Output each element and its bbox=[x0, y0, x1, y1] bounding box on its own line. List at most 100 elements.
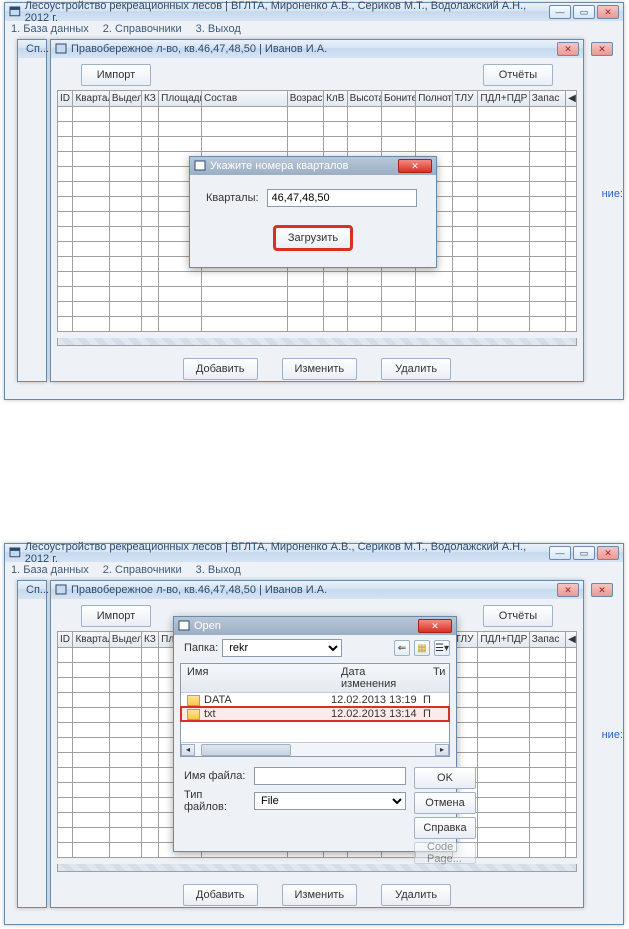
column-header[interactable]: Выдел bbox=[109, 632, 141, 647]
table-row[interactable] bbox=[58, 286, 577, 301]
edit-button[interactable]: Изменить bbox=[282, 358, 358, 380]
cancel-button[interactable]: Отмена bbox=[414, 792, 476, 814]
column-header[interactable]: Высота bbox=[347, 91, 381, 106]
column-header[interactable]: ПДЛ+ПДР bbox=[478, 91, 529, 106]
edit-button[interactable]: Изменить bbox=[282, 884, 358, 906]
window-icon bbox=[178, 620, 190, 632]
column-header[interactable]: Площадь bbox=[159, 91, 202, 106]
data-close-button[interactable]: ✕ bbox=[557, 583, 579, 597]
column-header[interactable]: КЗ bbox=[142, 632, 159, 647]
row-selector-header: ◀ bbox=[566, 91, 577, 106]
help-button[interactable]: Справка bbox=[414, 817, 476, 839]
table-row[interactable] bbox=[58, 121, 577, 136]
column-header[interactable]: Возраст bbox=[287, 91, 323, 106]
app-icon bbox=[9, 547, 21, 559]
new-folder-icon[interactable]: ▦ bbox=[414, 640, 430, 656]
column-header[interactable]: Выдел bbox=[109, 91, 141, 106]
file-list-scrollbar[interactable]: ◂ ▸ bbox=[181, 742, 449, 756]
grid-footer bbox=[57, 864, 577, 872]
menu-references[interactable]: 2. Справочники bbox=[103, 23, 182, 35]
table-row[interactable] bbox=[58, 106, 577, 121]
add-button[interactable]: Добавить bbox=[183, 358, 258, 380]
column-header[interactable]: ПДЛ+ПДР bbox=[478, 632, 529, 647]
minimize-button[interactable]: — bbox=[549, 5, 571, 19]
column-header[interactable]: ID bbox=[58, 632, 73, 647]
window-icon bbox=[194, 160, 206, 172]
up-folder-icon[interactable]: ⇐ bbox=[394, 640, 410, 656]
col-date[interactable]: Дата изменения bbox=[335, 664, 427, 692]
kvartal-dialog: Укажите номера кварталов ✕ Кварталы: Заг… bbox=[189, 156, 437, 268]
table-row[interactable] bbox=[58, 271, 577, 286]
data-titlebar: Правобережное л-во, кв.46,47,48,50 | Ива… bbox=[51, 581, 583, 599]
filetype-label: Тип файлов: bbox=[184, 789, 246, 813]
open-title: Open bbox=[194, 620, 221, 632]
app-icon bbox=[9, 6, 21, 18]
back-child-title: Сп... bbox=[26, 584, 49, 596]
file-name: DATA bbox=[204, 694, 331, 706]
kvartal-input[interactable] bbox=[267, 189, 417, 207]
views-icon[interactable]: ☰▾ bbox=[434, 640, 450, 656]
table-row[interactable] bbox=[58, 316, 577, 331]
col-type[interactable]: Ти bbox=[427, 664, 449, 692]
filename-input[interactable] bbox=[254, 767, 406, 785]
folder-icon bbox=[187, 709, 200, 720]
add-button[interactable]: Добавить bbox=[183, 884, 258, 906]
grid-footer bbox=[57, 338, 577, 346]
column-header[interactable]: ТЛУ bbox=[452, 91, 478, 106]
table-row[interactable] bbox=[58, 136, 577, 151]
window-icon bbox=[55, 584, 67, 596]
file-date: 12.02.2013 13:19 bbox=[331, 694, 423, 706]
ok-button[interactable]: OK bbox=[414, 767, 476, 789]
back-child-title: Сп... bbox=[26, 43, 49, 55]
file-row[interactable]: DATA 12.02.2013 13:19 П bbox=[181, 693, 449, 707]
back-right-close-button[interactable]: ✕ bbox=[591, 42, 613, 56]
col-name[interactable]: Имя bbox=[181, 664, 335, 692]
column-header[interactable]: Квартал bbox=[73, 91, 109, 106]
column-header[interactable]: КлВ bbox=[324, 91, 348, 106]
column-header[interactable]: Запас bbox=[529, 91, 565, 106]
menu-exit[interactable]: 3. Выход bbox=[196, 23, 241, 35]
folder-select[interactable]: rekr bbox=[222, 639, 342, 657]
column-header[interactable]: Запас bbox=[529, 632, 565, 647]
close-button[interactable]: ✕ bbox=[597, 546, 619, 560]
column-header[interactable]: Боните bbox=[381, 91, 415, 106]
file-row[interactable]: txt 12.02.2013 13:14 П bbox=[181, 707, 449, 721]
menu-exit[interactable]: 3. Выход bbox=[196, 564, 241, 576]
menu-database[interactable]: 1. База данных bbox=[11, 564, 89, 576]
minimize-button[interactable]: — bbox=[549, 546, 571, 560]
app-title: Лесоустройство рекреационных лесов | ВГЛ… bbox=[25, 541, 549, 565]
reports-button[interactable]: Отчёты bbox=[483, 605, 553, 627]
column-header[interactable]: Полнота bbox=[416, 91, 452, 106]
open-close-button[interactable]: ✕ bbox=[418, 619, 452, 633]
maximize-button[interactable]: ▭ bbox=[573, 5, 595, 19]
load-button[interactable]: Загрузить bbox=[275, 227, 351, 249]
column-header[interactable]: КЗ bbox=[142, 91, 159, 106]
data-close-button[interactable]: ✕ bbox=[557, 42, 579, 56]
table-row[interactable] bbox=[58, 301, 577, 316]
column-header[interactable]: ID bbox=[58, 91, 73, 106]
column-header[interactable]: Состав bbox=[202, 91, 288, 106]
open-titlebar: Open ✕ bbox=[174, 617, 456, 635]
menu-database[interactable]: 1. База данных bbox=[11, 23, 89, 35]
column-header[interactable]: Квартал bbox=[73, 632, 109, 647]
row-selector-header: ◀ bbox=[566, 632, 577, 647]
data-title: Правобережное л-во, кв.46,47,48,50 | Ива… bbox=[71, 43, 327, 55]
import-button[interactable]: Импорт bbox=[81, 605, 151, 627]
file-list[interactable]: Имя Дата изменения Ти DATA 12.02.2013 13… bbox=[180, 663, 450, 757]
back-child-window: Сп... bbox=[17, 580, 47, 908]
back-child-titlebar: Сп... bbox=[18, 40, 46, 58]
close-button[interactable]: ✕ bbox=[597, 5, 619, 19]
file-date: 12.02.2013 13:14 bbox=[331, 708, 423, 720]
data-title: Правобережное л-во, кв.46,47,48,50 | Ива… bbox=[71, 584, 327, 596]
delete-button[interactable]: Удалить bbox=[381, 358, 451, 380]
kvartal-title: Укажите номера кварталов bbox=[210, 160, 348, 172]
import-button[interactable]: Импорт bbox=[81, 64, 151, 86]
back-right-close-button[interactable]: ✕ bbox=[591, 583, 613, 597]
maximize-button[interactable]: ▭ bbox=[573, 546, 595, 560]
kvartal-close-button[interactable]: ✕ bbox=[398, 159, 432, 173]
delete-button[interactable]: Удалить bbox=[381, 884, 451, 906]
data-titlebar: Правобережное л-во, кв.46,47,48,50 | Ива… bbox=[51, 40, 583, 58]
reports-button[interactable]: Отчёты bbox=[483, 64, 553, 86]
filetype-select[interactable]: File bbox=[254, 792, 406, 810]
menu-references[interactable]: 2. Справочники bbox=[103, 564, 182, 576]
